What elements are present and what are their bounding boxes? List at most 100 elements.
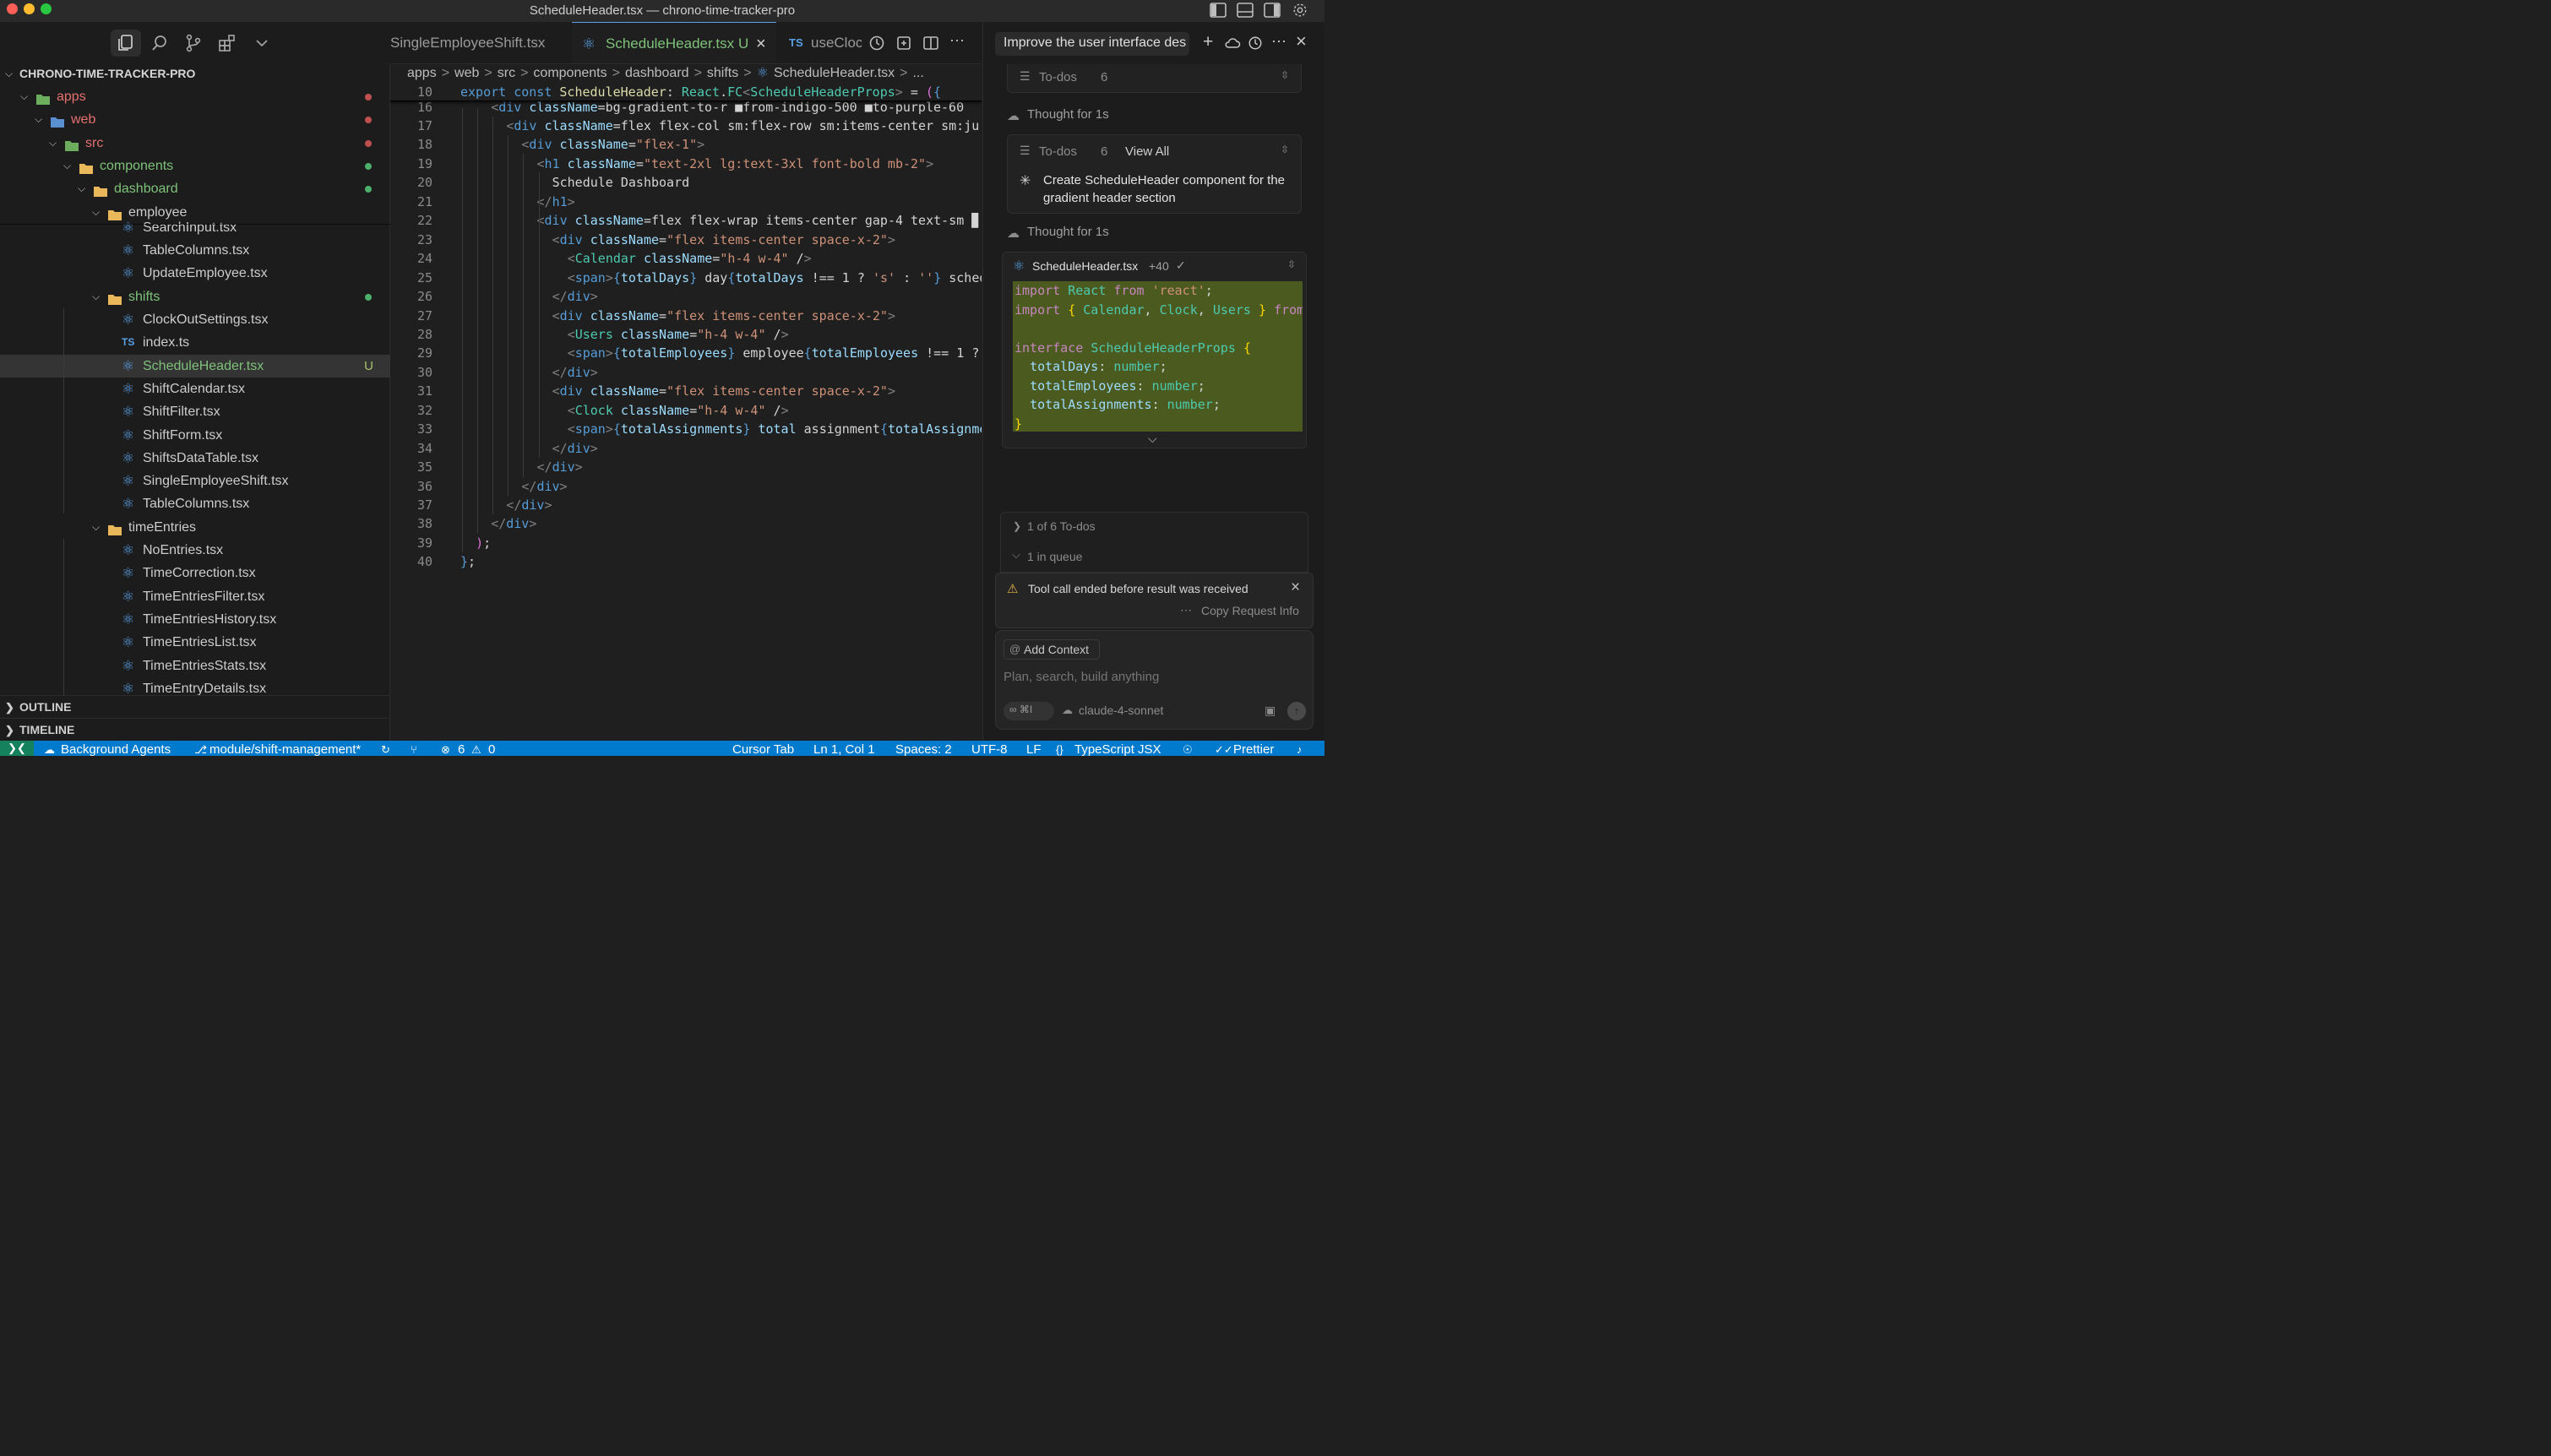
- new-chat-icon[interactable]: +: [1203, 32, 1213, 52]
- image-icon[interactable]: ▣: [1265, 704, 1276, 718]
- more-actions-icon[interactable]: ⋯: [1271, 33, 1286, 51]
- search-icon[interactable]: [150, 34, 169, 52]
- error-count[interactable]: 6: [458, 742, 465, 756]
- thought-label[interactable]: Thought for 1s: [1027, 107, 1109, 122]
- open-changes-icon[interactable]: [895, 35, 912, 52]
- file-tablecolumns-tsx[interactable]: ⚛ TableColumns.tsx: [0, 492, 390, 515]
- tab-single-employee-shift[interactable]: SingleEmployeeShift.tsx: [390, 22, 568, 63]
- close-icon[interactable]: ×: [756, 23, 766, 63]
- more-actions-icon[interactable]: ⋯: [1180, 603, 1192, 617]
- breadcrumb-item[interactable]: shifts: [707, 66, 738, 80]
- close-icon[interactable]: ×: [1291, 579, 1300, 597]
- breadcrumb-item[interactable]: components: [533, 66, 606, 80]
- explorer-files-icon[interactable]: [117, 34, 135, 52]
- git-branch[interactable]: module/shift-management*: [209, 742, 361, 756]
- notifications-bell-icon[interactable]: ♪: [1297, 742, 1303, 756]
- file-singleemployeeshift-tsx[interactable]: ⚛ SingleEmployeeShift.tsx: [0, 470, 390, 492]
- tab-use-clock[interactable]: TS useCloc: [777, 22, 862, 63]
- source-control-icon[interactable]: [184, 34, 203, 52]
- file-timeentrieshistory-tsx[interactable]: ⚛ TimeEntriesHistory.tsx: [0, 608, 390, 631]
- history-icon[interactable]: [1248, 35, 1263, 51]
- file-index-ts[interactable]: TS index.ts: [0, 331, 390, 354]
- line-content: </div>: [491, 516, 537, 532]
- remote-indicator[interactable]: ❯❮: [0, 741, 34, 756]
- file-shiftfilter-tsx[interactable]: ⚛ ShiftFilter.tsx: [0, 400, 390, 423]
- file-shiftcalendar-tsx[interactable]: ⚛ ShiftCalendar.tsx: [0, 378, 390, 400]
- end-of-line[interactable]: LF: [1026, 742, 1042, 756]
- sticky-scroll-line[interactable]: 10 export const ScheduleHeader: React.FC<…: [390, 83, 982, 101]
- file-shiftform-tsx[interactable]: ⚛ ShiftForm.tsx: [0, 424, 390, 447]
- breadcrumb-item[interactable]: ScheduleHeader.tsx: [774, 66, 895, 80]
- todo-progress[interactable]: 1 of 6 To-dos: [1027, 519, 1096, 533]
- toggle-secondary-sidebar-icon[interactable]: [1264, 3, 1281, 18]
- background-agents[interactable]: Background Agents: [61, 742, 171, 756]
- file-timeentriesstats-tsx[interactable]: ⚛ TimeEntriesStats.tsx: [0, 655, 390, 677]
- add-context-button[interactable]: @ Add Context: [1004, 639, 1100, 660]
- prettier-formatter[interactable]: Prettier: [1233, 742, 1274, 756]
- toggle-primary-sidebar-icon[interactable]: [1210, 3, 1227, 18]
- chevron-down-icon[interactable]: ⌵: [1148, 432, 1157, 446]
- breadcrumb-item[interactable]: src: [498, 66, 515, 80]
- chat-title-tab[interactable]: Improve the user interface des: [995, 32, 1189, 56]
- folder-shifts[interactable]: ⌵ shifts: [0, 285, 390, 308]
- expand-icon[interactable]: ⇳: [1287, 258, 1296, 270]
- breadcrumb-item[interactable]: dashboard: [625, 66, 689, 80]
- settings-gear-icon[interactable]: [1292, 3, 1308, 18]
- breadcrumb-item[interactable]: web: [454, 66, 479, 80]
- diff-file-name[interactable]: ScheduleHeader.tsx: [1032, 259, 1138, 273]
- file-searchinput-tsx[interactable]: ⚛ SearchInput.tsx: [0, 216, 390, 239]
- cursor-position[interactable]: Ln 1, Col 1: [813, 742, 875, 756]
- warning-count[interactable]: 0: [488, 742, 495, 756]
- code-editor[interactable]: 16 <div className=bg-gradient-to-r ■from-…: [390, 83, 982, 742]
- copy-request-info-button[interactable]: Copy Request Info: [1201, 604, 1299, 617]
- thought-label[interactable]: Thought for 1s: [1027, 225, 1109, 239]
- outline-section-header[interactable]: ❯ OUTLINE: [0, 695, 390, 718]
- sync-icon[interactable]: ↻: [381, 742, 390, 756]
- file-timeentriesfilter-tsx[interactable]: ⚛ TimeEntriesFilter.tsx: [0, 585, 390, 608]
- tab-schedule-header[interactable]: ⚛ ScheduleHeader.tsx U ×: [572, 22, 776, 63]
- line-content: };: [460, 554, 476, 570]
- file-shiftsdatatable-tsx[interactable]: ⚛ ShiftsDataTable.tsx: [0, 447, 390, 470]
- todos-collapsed-card[interactable]: ☰ To-dos 6 ⇳: [1007, 64, 1302, 93]
- more-actions-icon[interactable]: ⋯: [949, 32, 965, 50]
- toggle-panel-icon[interactable]: [1237, 3, 1254, 18]
- file-clockoutsettings-tsx[interactable]: ⚛ ClockOutSettings.tsx: [0, 308, 390, 331]
- view-all-link[interactable]: View All: [1125, 144, 1169, 159]
- git-graph-icon[interactable]: ⑂: [411, 742, 417, 756]
- file-updateemployee-tsx[interactable]: ⚛ UpdateEmployee.tsx: [0, 262, 390, 285]
- folder-timeentries[interactable]: ⌵ timeEntries: [0, 516, 390, 539]
- timeline-section-header[interactable]: ❯ TIMELINE: [0, 718, 390, 741]
- split-editor-icon[interactable]: [922, 35, 939, 52]
- encoding[interactable]: UTF-8: [971, 742, 1008, 756]
- file-tablecolumns-tsx[interactable]: ⚛ TableColumns.tsx: [0, 239, 390, 262]
- folder-dashboard[interactable]: ⌵ dashboard: [0, 177, 390, 200]
- chevron-down-icon[interactable]: [253, 34, 271, 52]
- send-button[interactable]: ↑: [1287, 702, 1306, 720]
- close-icon[interactable]: ×: [1296, 30, 1307, 52]
- cloud-icon[interactable]: [1224, 36, 1241, 50]
- indentation[interactable]: Spaces: 2: [895, 742, 952, 756]
- file-timecorrection-tsx[interactable]: ⚛ TimeCorrection.tsx: [0, 562, 390, 584]
- file-timeentrydetails-tsx[interactable]: ⚛ TimeEntryDetails.tsx: [0, 677, 390, 695]
- language-mode[interactable]: TypeScript JSX: [1074, 742, 1161, 756]
- folder-web[interactable]: ⌵ web: [0, 108, 390, 131]
- file-scheduleheader-tsx[interactable]: ⚛ ScheduleHeader.tsx U: [0, 354, 390, 378]
- file-timeentrieslist-tsx[interactable]: ⚛ TimeEntriesList.tsx: [0, 631, 390, 654]
- expand-icon[interactable]: ⇳: [1281, 144, 1289, 155]
- breadcrumb-item[interactable]: ...: [912, 66, 923, 80]
- history-icon[interactable]: [868, 35, 885, 52]
- folder-components[interactable]: ⌵ components: [0, 155, 390, 177]
- folder-apps[interactable]: ⌵ apps: [0, 85, 390, 108]
- queue-status[interactable]: 1 in queue: [1027, 550, 1082, 563]
- agent-mode-select[interactable]: ∞ ⌘I: [1004, 702, 1054, 720]
- copilot-icon[interactable]: ☉: [1183, 742, 1193, 756]
- cursor-tab[interactable]: Cursor Tab: [732, 742, 794, 756]
- explorer-root-header[interactable]: ⌵ CHRONO-TIME-TRACKER-PRO: [0, 62, 390, 85]
- chat-input[interactable]: [1004, 666, 1303, 687]
- folder-src[interactable]: ⌵ src: [0, 132, 390, 155]
- extensions-icon[interactable]: [218, 34, 237, 52]
- model-select[interactable]: claude-4-sonnet: [1079, 704, 1163, 717]
- breadcrumb-item[interactable]: apps: [407, 66, 437, 80]
- file-noentries-tsx[interactable]: ⚛ NoEntries.tsx: [0, 539, 390, 562]
- cloud-icon: ☁: [44, 743, 55, 756]
